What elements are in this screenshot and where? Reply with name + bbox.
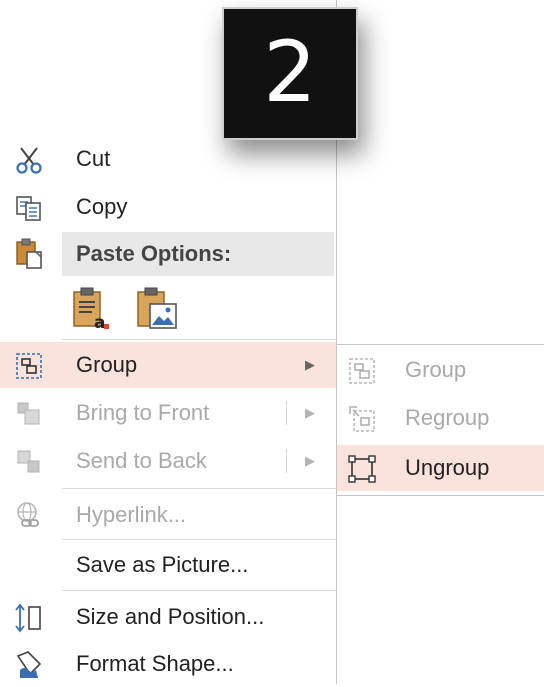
hyperlink-icon	[14, 501, 44, 531]
group-icon	[14, 351, 44, 381]
menu-item-label: Group	[76, 352, 138, 377]
paste-icon	[14, 237, 44, 271]
submenu-item-label: Ungroup	[405, 455, 490, 480]
menu-item-label: Bring to Front	[76, 400, 210, 425]
menu-item-label: Format Shape...	[76, 651, 234, 676]
menu-item-format-shape[interactable]: Format Shape...	[0, 641, 336, 687]
menu-item-copy[interactable]: Copy	[0, 184, 336, 230]
size-position-icon	[14, 603, 44, 633]
split-divider	[286, 401, 287, 425]
submenu-arrow-icon: ▶	[305, 453, 315, 468]
menu-item-label: Cut	[76, 146, 111, 171]
menu-item-hyperlink[interactable]: Hyperlink...	[0, 492, 336, 538]
step-number-badge: 2	[222, 7, 358, 140]
menu-item-label: Copy	[76, 194, 128, 219]
bring-to-front-icon	[14, 399, 44, 429]
paste-options-label: Paste Options:	[76, 241, 232, 266]
split-divider	[286, 449, 287, 473]
menu-item-cut[interactable]: Cut	[0, 136, 336, 182]
menu-item-label: Size and Position...	[76, 604, 265, 629]
menu-item-group[interactable]: Group ▶	[0, 342, 336, 388]
group-submenu: Group Regroup Ungroup	[336, 344, 544, 496]
svg-text:a: a	[94, 313, 105, 333]
menu-separator	[62, 488, 336, 489]
menu-item-save-as-picture[interactable]: Save as Picture...	[0, 542, 336, 588]
submenu-item-ungroup[interactable]: Ungroup	[337, 445, 544, 491]
menu-item-size-and-position[interactable]: Size and Position...	[0, 594, 336, 640]
paste-picture-icon	[134, 286, 177, 334]
group-icon	[347, 356, 377, 386]
paste-keep-text-icon: a	[70, 286, 112, 334]
copy-icon	[14, 193, 44, 223]
format-shape-icon	[14, 650, 44, 680]
send-to-back-icon	[14, 447, 44, 477]
regroup-icon	[347, 404, 377, 434]
menu-item-bring-to-front[interactable]: Bring to Front ▶	[0, 390, 336, 436]
paste-picture-button[interactable]	[134, 286, 177, 334]
scissors-icon	[14, 145, 44, 175]
menu-separator	[62, 339, 336, 340]
submenu-arrow-icon: ▶	[305, 357, 315, 372]
menu-item-label: Save as Picture...	[76, 552, 249, 577]
paste-options-header: Paste Options:	[62, 232, 334, 276]
paste-keep-text-only-button[interactable]: a	[70, 286, 112, 334]
submenu-item-label: Group	[405, 357, 467, 382]
submenu-item-regroup[interactable]: Regroup	[337, 395, 544, 441]
menu-item-label: Hyperlink...	[76, 502, 187, 527]
submenu-item-label: Regroup	[405, 405, 490, 430]
submenu-arrow-icon: ▶	[305, 405, 315, 420]
menu-item-label: Send to Back	[76, 448, 207, 473]
ungroup-icon	[347, 454, 377, 484]
step-number: 2	[263, 23, 317, 121]
menu-separator	[62, 539, 336, 540]
menu-separator	[62, 590, 336, 591]
submenu-item-group[interactable]: Group	[337, 347, 544, 393]
menu-item-send-to-back[interactable]: Send to Back ▶	[0, 438, 336, 484]
